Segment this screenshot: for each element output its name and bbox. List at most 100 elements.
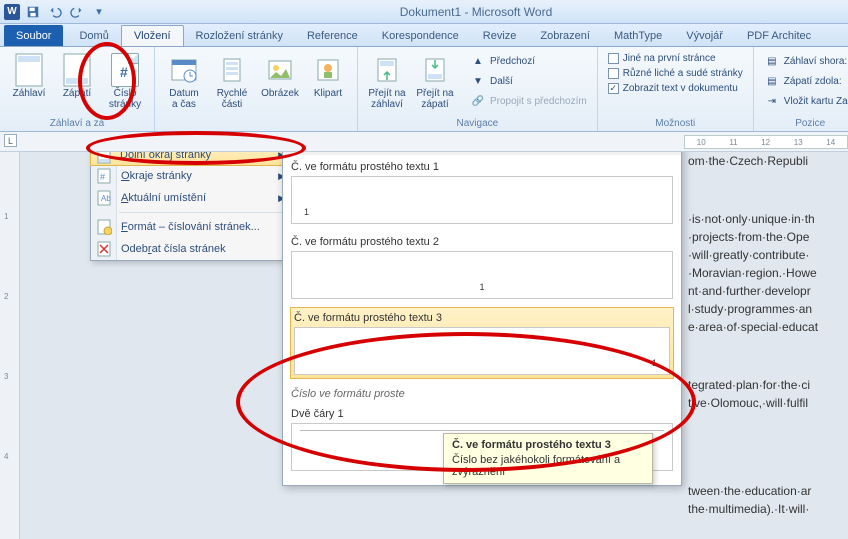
opt-odd-label: Různé liché a sudé stránky	[623, 68, 743, 79]
next-label: Další	[490, 76, 513, 87]
menu-label: Aktuální umístění	[121, 192, 206, 204]
document-text: om·the·Czech·Republi ·is·not·only·unique…	[684, 152, 848, 518]
gallery-preview: 1	[291, 176, 673, 224]
menu-remove-page-numbers[interactable]: Odebrat čísla stránek	[91, 238, 299, 260]
text-line: l·study·programmes·an	[684, 300, 848, 318]
link-previous-button: 🔗Propojit s předchozím	[468, 92, 589, 110]
quick-parts-button[interactable]: Rychlé části	[211, 52, 253, 112]
gallery-item-label: Č. ve formátu prostého textu 3	[294, 311, 670, 327]
date-time-button[interactable]: Datum a čas	[163, 52, 205, 112]
menu-page-margins[interactable]: # Okraje stránky ▶	[91, 165, 299, 187]
page-number-button[interactable]: Číslo stránky	[104, 52, 146, 112]
clipart-label: Klipart	[314, 88, 342, 99]
document-area: 1 2 3 4 om·the·Czech·Republi ·is·not·onl…	[0, 152, 848, 539]
ruler-tick: 13	[794, 138, 803, 147]
text-line: ·will·greatly·contribute·	[684, 246, 848, 264]
header-label: Záhlaví	[13, 88, 46, 99]
page-margins-icon: #	[96, 168, 112, 184]
odd-even-checkbox[interactable]: Různé liché a sudé stránky	[606, 67, 745, 80]
header-from-top[interactable]: ▤Záhlaví shora:	[762, 52, 848, 70]
redo-icon[interactable]	[68, 3, 86, 21]
svg-text:#: #	[100, 172, 105, 182]
text-line: the·multimedia).·It·will·	[684, 500, 848, 518]
group-position-label: Pozice	[762, 117, 848, 130]
text-line: om·the·Czech·Republi	[684, 152, 848, 170]
gallery-subcaption: Číslo ve formátu proste	[283, 386, 681, 402]
next-section-button[interactable]: ▼ Další	[468, 72, 589, 90]
tooltip-title: Č. ve formátu prostého textu 3	[452, 439, 644, 451]
date-time-label: Datum a čas	[169, 88, 198, 110]
menu-current-position[interactable]: Ab Aktuální umístění ▶	[91, 187, 299, 209]
save-icon[interactable]	[24, 3, 42, 21]
ruler-numbers: 10 11 12 13 14	[684, 135, 848, 149]
clipart-button[interactable]: Klipart	[307, 52, 349, 101]
gallery-item-plain-1[interactable]: Č. ve formátu prostého textu 1 1	[291, 157, 673, 224]
link-label: Propojit s předchozím	[490, 96, 587, 107]
gallery-item-label: Č. ve formátu prostého textu 2	[291, 232, 673, 251]
goto-header-button[interactable]: Přejít na záhlaví	[366, 52, 408, 112]
svg-text:Ab: Ab	[101, 194, 111, 203]
tooltip: Č. ve formátu prostého textu 3 Číslo bez…	[443, 433, 653, 484]
tab-references[interactable]: Reference	[295, 25, 370, 46]
tab-pdf[interactable]: PDF Architec	[735, 25, 823, 46]
gallery-preview: 1	[294, 327, 670, 375]
menu-label: Okraje stránky	[121, 170, 192, 182]
tab-layout[interactable]: Rozložení stránky	[184, 25, 295, 46]
footer-from-bottom[interactable]: ▤Zápatí zdola:	[762, 72, 848, 90]
menu-bottom-of-page[interactable]: Dolní okraj stránky ▶	[90, 152, 300, 166]
tab-developer[interactable]: Vývojář	[674, 25, 735, 46]
menu-separator	[119, 212, 297, 213]
tab-file[interactable]: Soubor	[4, 25, 63, 46]
tab-home[interactable]: Domů	[67, 25, 120, 46]
insert-alignment-tab[interactable]: ⇥Vložit kartu Zaro	[762, 92, 848, 110]
pos-bot-label: Zápatí zdola:	[784, 76, 842, 87]
different-first-checkbox[interactable]: Jiné na první stránce	[606, 52, 745, 65]
pos-tab-label: Vložit kartu Zaro	[784, 96, 848, 107]
prev-section-button[interactable]: ▲Předchozí	[468, 52, 589, 70]
pos-top-label: Záhlaví shora:	[784, 56, 847, 67]
show-document-checkbox[interactable]: ✓ Zobrazit text v dokumentu	[606, 82, 745, 95]
page-number-label: Číslo stránky	[109, 88, 141, 110]
group-options: Jiné na první stránce Různé liché a sudé…	[598, 47, 754, 131]
footer-button[interactable]: Zápatí	[56, 52, 98, 101]
page-number-sample: 1	[479, 282, 484, 292]
header-button[interactable]: Záhlaví	[8, 52, 50, 101]
undo-icon[interactable]	[46, 3, 64, 21]
arrow-down-icon: ▼	[470, 73, 486, 89]
gallery-item-label: Č. ve formátu prostého textu 1	[291, 157, 673, 176]
gallery-item-plain-3[interactable]: Č. ve formátu prostého textu 3 1	[290, 307, 674, 379]
vertical-ruler: 1 2 3 4	[0, 152, 20, 539]
qat-dropdown-icon[interactable]: ▾	[90, 3, 108, 21]
tab-selector[interactable]: L	[4, 134, 17, 147]
gallery-section-title: Jednoduché	[283, 152, 681, 155]
tab-view[interactable]: Zobrazení	[528, 25, 602, 46]
ribbon: Záhlaví Zápatí Číslo stránky Záhlaví a z…	[0, 47, 848, 132]
tab-insert[interactable]: Vložení	[121, 25, 184, 46]
goto-footer-button[interactable]: Přejít na zápatí	[414, 52, 456, 112]
word-icon: W	[4, 4, 20, 20]
tab-mathtype[interactable]: MathType	[602, 25, 674, 46]
group-options-label: Možnosti	[606, 117, 745, 130]
text-line: tive·Olomouc,·will·fulfil	[684, 394, 848, 412]
current-position-icon: Ab	[96, 190, 112, 206]
document-canvas[interactable]: om·the·Czech·Republi ·is·not·only·unique…	[20, 152, 848, 539]
group-header-footer: Záhlaví Zápatí Číslo stránky Záhlaví a z…	[0, 47, 155, 131]
ribbon-tabs: Soubor Domů Vložení Rozložení stránky Re…	[0, 24, 848, 47]
gallery-item-plain-2[interactable]: Č. ve formátu prostého textu 2 1	[291, 232, 673, 299]
picture-button[interactable]: Obrázek	[259, 52, 301, 101]
format-icon	[96, 219, 112, 235]
opt-first-label: Jiné na první stránce	[623, 53, 716, 64]
checkbox-checked-icon: ✓	[608, 83, 619, 94]
tab-review[interactable]: Revize	[471, 25, 529, 46]
quick-access-toolbar: ▾	[24, 3, 108, 21]
opt-show-label: Zobrazit text v dokumentu	[623, 83, 738, 94]
horizontal-ruler: L 10 11 12 13 14	[0, 132, 848, 152]
title-bar: W ▾ Dokument1 - Microsoft Word	[0, 0, 848, 24]
remove-icon	[96, 241, 112, 257]
tab-mail[interactable]: Korespondence	[370, 25, 471, 46]
ruler-tick: 14	[826, 138, 835, 147]
gallery-item-label: Dvě čáry 1	[291, 404, 673, 423]
text-line: e·area·of·special·educat	[684, 318, 848, 336]
menu-format-page-numbers[interactable]: Formát – číslování stránek...	[91, 216, 299, 238]
menu-label: Odebrat čísla stránek	[121, 243, 226, 255]
